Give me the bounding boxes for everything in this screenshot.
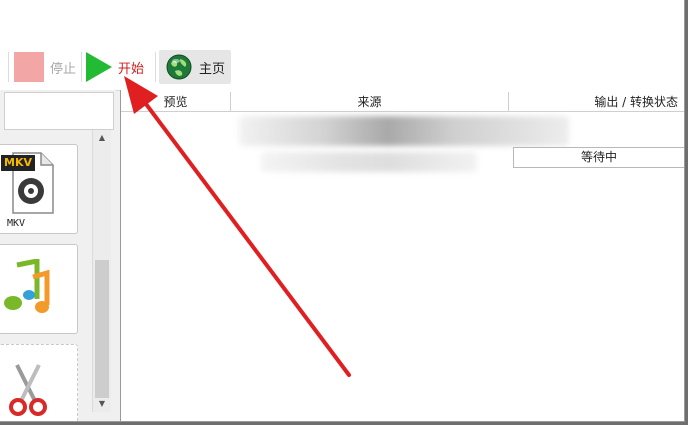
annotation-arrow <box>124 76 351 377</box>
